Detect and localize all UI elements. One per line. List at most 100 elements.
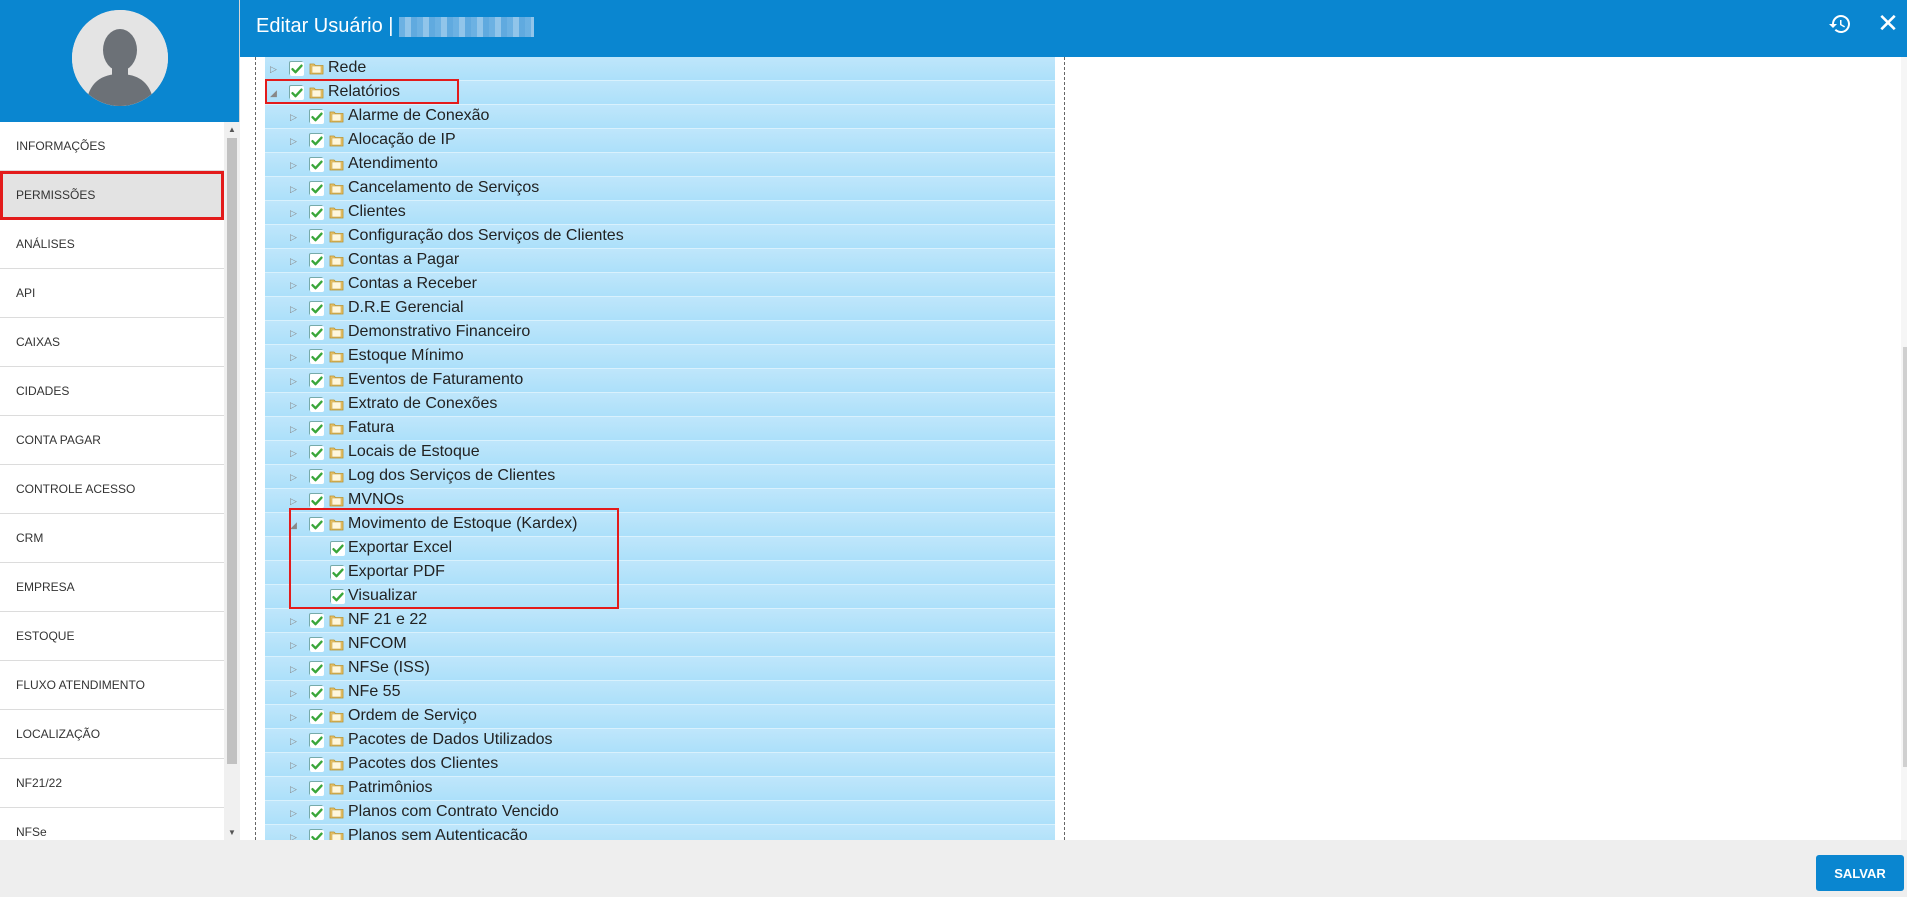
tree-row[interactable]: ▷ Demonstrativo Financeiro — [265, 321, 1055, 345]
sidebar-item[interactable]: CONTROLE ACESSO — [0, 465, 224, 514]
sidebar-item[interactable]: PERMISSÕES — [0, 171, 224, 220]
scroll-up-icon[interactable]: ▲ — [228, 125, 236, 134]
content-scroll-thumb[interactable] — [1903, 347, 1907, 767]
tree-row[interactable]: ▷ Extrato de Conexões — [265, 393, 1055, 417]
tree-row[interactable]: ▷ NFe 55 — [265, 681, 1055, 705]
expand-arrow-icon[interactable]: ▷ — [290, 664, 300, 674]
sidebar-item[interactable]: ANÁLISES — [0, 220, 224, 269]
expand-arrow-icon[interactable]: ▷ — [290, 736, 300, 746]
tree-row[interactable]: ▷ Patrimônios — [265, 777, 1055, 801]
expand-arrow-icon[interactable]: ▷ — [290, 424, 300, 434]
expand-arrow-icon[interactable]: ▷ — [290, 808, 300, 818]
checkbox-checked-icon[interactable] — [289, 61, 304, 76]
scroll-down-icon[interactable]: ▼ — [228, 828, 236, 837]
checkbox-checked-icon[interactable] — [309, 397, 324, 412]
expand-arrow-icon[interactable]: ▷ — [290, 352, 300, 362]
save-button[interactable]: SALVAR — [1816, 855, 1904, 891]
checkbox-checked-icon[interactable] — [309, 733, 324, 748]
checkbox-checked-icon[interactable] — [309, 349, 324, 364]
tree-row[interactable]: ▷ D.R.E Gerencial — [265, 297, 1055, 321]
checkbox-checked-icon[interactable] — [309, 661, 324, 676]
checkbox-checked-icon[interactable] — [309, 253, 324, 268]
checkbox-checked-icon[interactable] — [309, 277, 324, 292]
checkbox-checked-icon[interactable] — [309, 757, 324, 772]
checkbox-checked-icon[interactable] — [309, 133, 324, 148]
tree-row[interactable]: ▷ Ordem de Serviço — [265, 705, 1055, 729]
expand-arrow-icon[interactable]: ▷ — [290, 160, 300, 170]
tree-row[interactable]: ▷ Locais de Estoque — [265, 441, 1055, 465]
expand-arrow-icon[interactable]: ▷ — [290, 472, 300, 482]
checkbox-checked-icon[interactable] — [309, 685, 324, 700]
tree-row[interactable]: ▷ Planos com Contrato Vencido — [265, 801, 1055, 825]
expand-arrow-icon[interactable]: ▷ — [290, 760, 300, 770]
expand-arrow-icon[interactable]: ▷ — [290, 688, 300, 698]
checkbox-checked-icon[interactable] — [309, 805, 324, 820]
checkbox-checked-icon[interactable] — [309, 637, 324, 652]
tree-row[interactable]: ▷ Fatura — [265, 417, 1055, 441]
sidebar-item[interactable]: EMPRESA — [0, 563, 224, 612]
expand-arrow-icon[interactable]: ▷ — [290, 328, 300, 338]
content-scrollbar[interactable] — [1901, 57, 1907, 840]
checkbox-checked-icon[interactable] — [309, 109, 324, 124]
expand-arrow-icon[interactable]: ▷ — [290, 112, 300, 122]
sidebar-scrollbar[interactable]: ▲ ▼ — [224, 122, 240, 840]
expand-arrow-icon[interactable]: ▷ — [270, 64, 280, 74]
sidebar-item[interactable]: LOCALIZAÇÃO — [0, 710, 224, 759]
tree-row[interactable]: ▷ Estoque Mínimo — [265, 345, 1055, 369]
expand-arrow-icon[interactable]: ▷ — [290, 832, 300, 840]
checkbox-checked-icon[interactable] — [309, 829, 324, 840]
expand-arrow-icon[interactable]: ▷ — [290, 304, 300, 314]
tree-row[interactable]: ▷ Alocação de IP — [265, 129, 1055, 153]
expand-arrow-icon[interactable]: ▷ — [290, 136, 300, 146]
checkbox-checked-icon[interactable] — [309, 325, 324, 340]
expand-arrow-icon[interactable]: ▷ — [290, 208, 300, 218]
expand-arrow-icon[interactable]: ▷ — [290, 232, 300, 242]
expand-arrow-icon[interactable]: ▷ — [290, 280, 300, 290]
expand-arrow-icon[interactable]: ▷ — [290, 376, 300, 386]
history-icon[interactable] — [1828, 12, 1852, 36]
tree-row[interactable]: ▷ Alarme de Conexão — [265, 105, 1055, 129]
tree-row[interactable]: ▷ NFCOM — [265, 633, 1055, 657]
sidebar-item[interactable]: CAIXAS — [0, 318, 224, 367]
expand-arrow-icon[interactable]: ▷ — [290, 496, 300, 506]
tree-row[interactable]: ▷ Contas a Pagar — [265, 249, 1055, 273]
tree-row[interactable]: ▷ Configuração dos Serviços de Clientes — [265, 225, 1055, 249]
checkbox-checked-icon[interactable] — [309, 445, 324, 460]
expand-arrow-icon[interactable]: ▷ — [290, 448, 300, 458]
tree-row[interactable]: ▷ Contas a Receber — [265, 273, 1055, 297]
tree-row[interactable]: ▷ Pacotes de Dados Utilizados — [265, 729, 1055, 753]
checkbox-checked-icon[interactable] — [309, 421, 324, 436]
checkbox-checked-icon[interactable] — [309, 301, 324, 316]
checkbox-checked-icon[interactable] — [309, 493, 324, 508]
checkbox-checked-icon[interactable] — [309, 157, 324, 172]
close-icon[interactable]: ✕ — [1875, 10, 1901, 36]
expand-arrow-icon[interactable]: ▷ — [290, 400, 300, 410]
sidebar-item[interactable]: CIDADES — [0, 367, 224, 416]
checkbox-checked-icon[interactable] — [309, 373, 324, 388]
sidebar-item[interactable]: CRM — [0, 514, 224, 563]
tree-row[interactable]: ▷ Rede — [265, 57, 1055, 81]
checkbox-checked-icon[interactable] — [309, 229, 324, 244]
sidebar-item[interactable]: CONTA PAGAR — [0, 416, 224, 465]
tree-row[interactable]: ▷ Planos sem Autenticação — [265, 825, 1055, 840]
checkbox-checked-icon[interactable] — [309, 613, 324, 628]
expand-arrow-icon[interactable]: ▷ — [290, 784, 300, 794]
expand-arrow-icon[interactable]: ▷ — [290, 712, 300, 722]
expand-arrow-icon[interactable]: ▷ — [290, 640, 300, 650]
tree-row[interactable]: ▷ Log dos Serviços de Clientes — [265, 465, 1055, 489]
sidebar-item[interactable]: API — [0, 269, 224, 318]
tree-row[interactable]: ▷ NF 21 e 22 — [265, 609, 1055, 633]
tree-row[interactable]: ▷ Eventos de Faturamento — [265, 369, 1055, 393]
tree-row[interactable]: ▷ Atendimento — [265, 153, 1055, 177]
checkbox-checked-icon[interactable] — [309, 469, 324, 484]
tree-row[interactable]: ▷ NFSe (ISS) — [265, 657, 1055, 681]
sidebar-item[interactable]: FLUXO ATENDIMENTO — [0, 661, 224, 710]
tree-row[interactable]: ▷ Clientes — [265, 201, 1055, 225]
tree-row[interactable]: ▷ Cancelamento de Serviços — [265, 177, 1055, 201]
checkbox-checked-icon[interactable] — [309, 709, 324, 724]
expand-arrow-icon[interactable]: ▷ — [290, 256, 300, 266]
sidebar-item[interactable]: INFORMAÇÕES — [0, 122, 224, 171]
sidebar-item[interactable]: ESTOQUE — [0, 612, 224, 661]
expand-arrow-icon[interactable]: ▷ — [290, 616, 300, 626]
checkbox-checked-icon[interactable] — [309, 181, 324, 196]
